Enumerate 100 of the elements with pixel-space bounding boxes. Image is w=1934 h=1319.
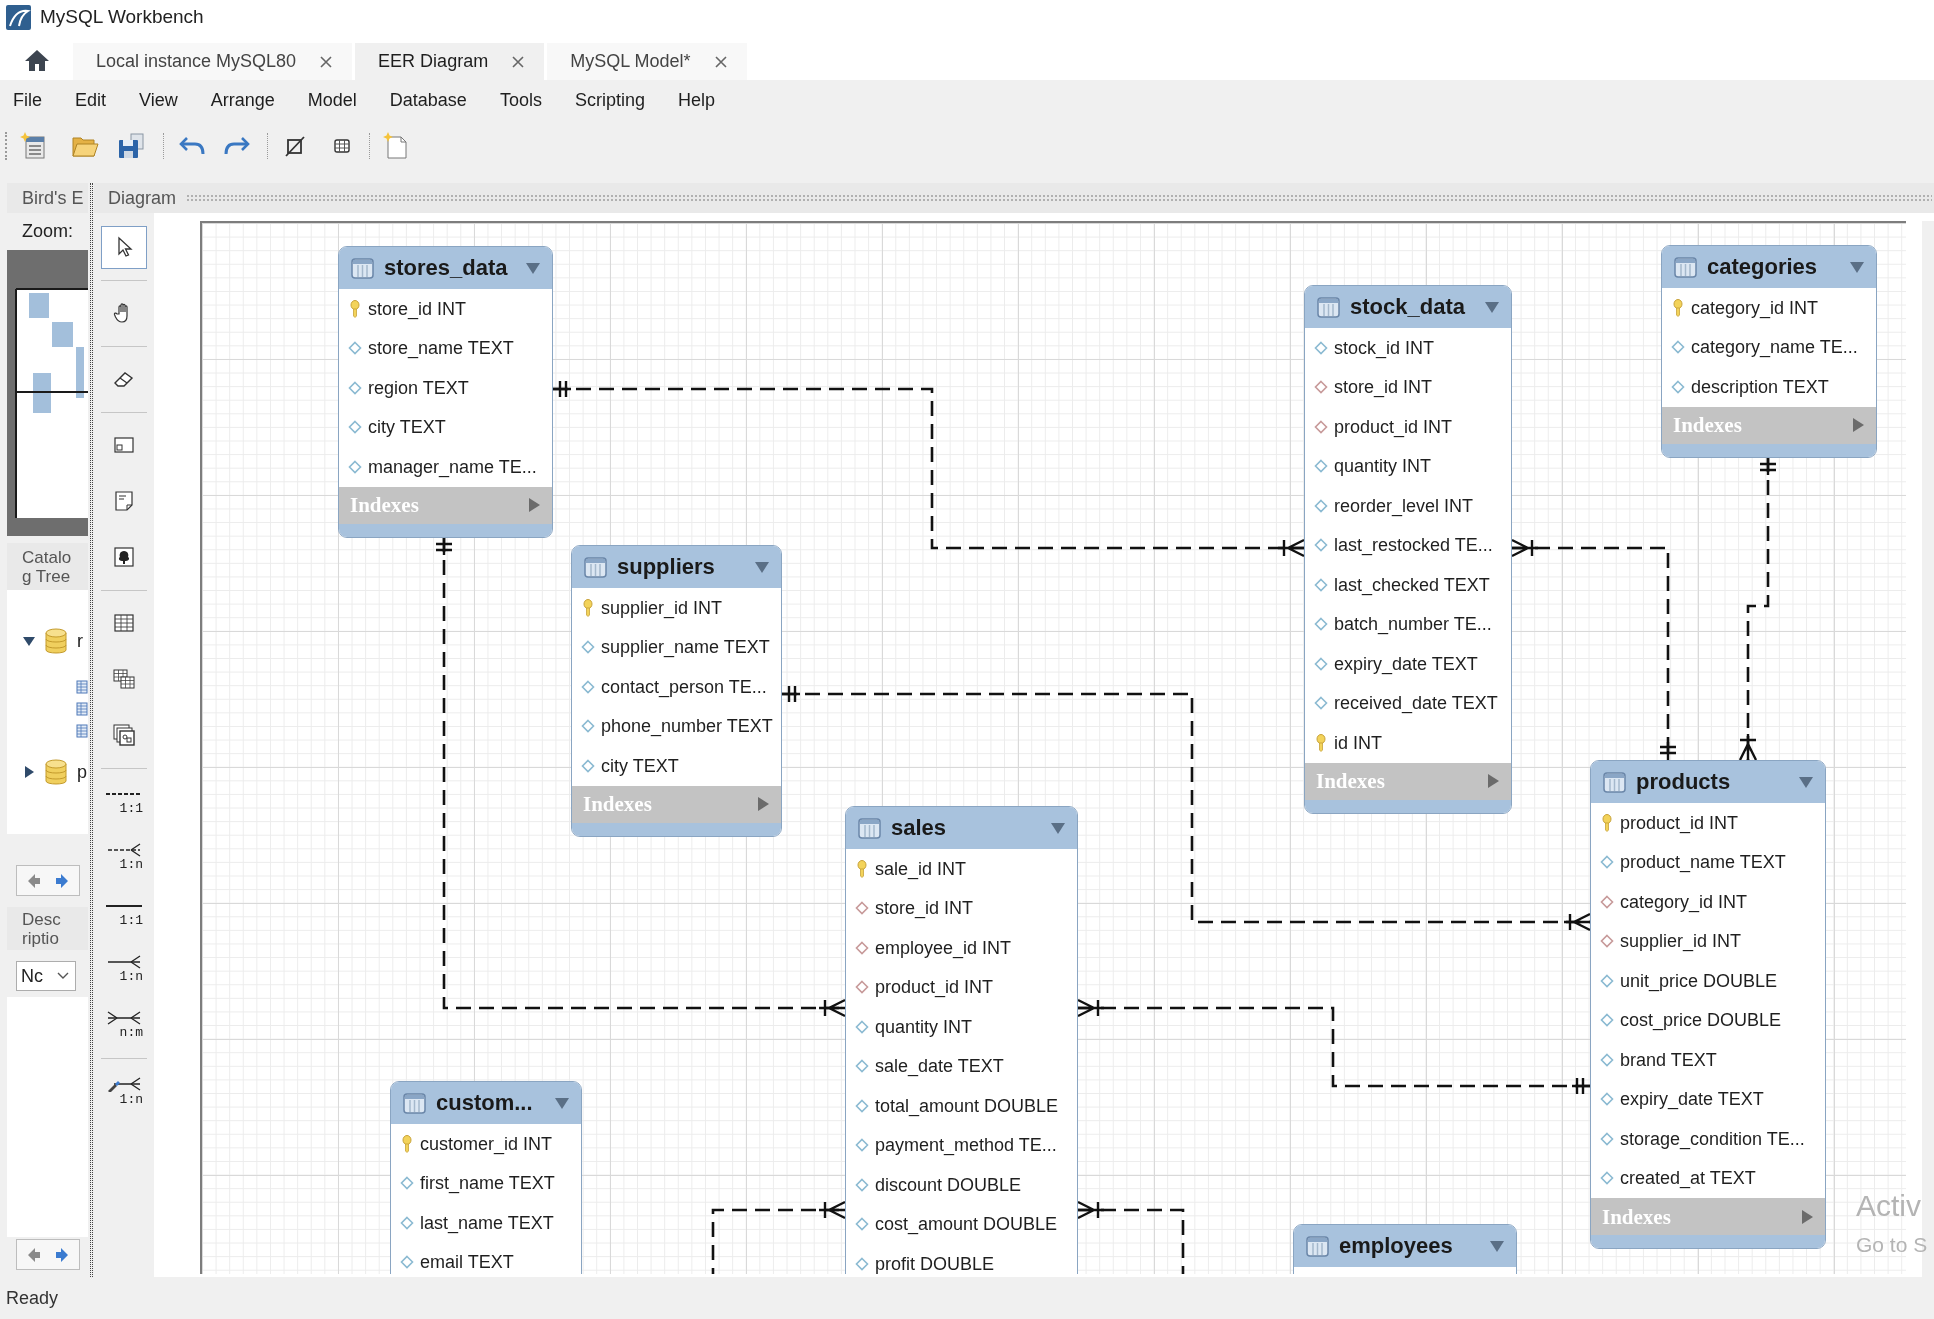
column-name: region TEXT [368,376,469,399]
dropdown-arrow-icon[interactable] [1850,261,1864,273]
diamond-icon [855,901,869,916]
column-name: storage_condition TE... [1620,1127,1805,1150]
table-title: categories [1707,254,1818,280]
slashed-square-icon[interactable] [283,134,307,158]
view-icon [112,667,136,691]
column-name: discount DOUBLE [875,1173,1022,1196]
tab[interactable]: Local instance MySQL80 [73,43,353,80]
grid-icon[interactable] [332,136,352,156]
panel-title[interactable]: Diagram [108,184,177,212]
diamond-icon [348,420,362,435]
table-icon [1603,771,1626,793]
column-name: payment_method TE... [875,1134,1057,1157]
diamond-icon [855,1138,869,1153]
table-title: employees [1339,1233,1453,1259]
dropdown-arrow-icon[interactable] [526,262,540,274]
column-name: category_id INT [1691,296,1819,319]
panel-title[interactable]: Bird's E [22,184,84,212]
tab[interactable]: EER Diagram [355,43,545,80]
diamond-icon [855,1177,869,1192]
column-name: unit_price DOUBLE [1620,969,1778,992]
menu-item[interactable]: Scripting [569,86,650,114]
tab[interactable]: MySQL Model* [547,43,747,80]
column-name: supplier_id INT [1620,930,1742,953]
dropdown-arrow-icon[interactable] [1051,822,1065,834]
column-name: sale_id INT [875,857,967,880]
birds-eye-minimap[interactable] [7,250,88,536]
tool-button[interactable]: 1:n [101,1069,147,1113]
menu-item[interactable]: Tools [494,86,547,114]
menu-item[interactable]: Arrange [205,86,280,114]
table-title: sales [891,815,947,841]
column-name: id INT [1334,731,1382,754]
database-icon [44,757,68,787]
dropdown-arrow-icon[interactable] [755,561,769,573]
dropdown-arrow-icon[interactable] [555,1097,569,1109]
triangle-right-icon[interactable] [22,765,36,779]
tree-item[interactable]: r [7,626,88,656]
dropdown-arrow-icon[interactable] [1490,1240,1504,1252]
diamond-icon [400,1255,414,1270]
column-name: batch_number TE... [1334,613,1492,636]
menu-item[interactable]: Model [302,86,362,114]
description-select[interactable]: Nc [16,961,76,991]
column-name: product_id INT [1334,415,1453,438]
new-page-icon[interactable] [382,132,410,160]
menu-item[interactable]: Edit [70,86,112,114]
column-name: first_name TEXT [420,1172,555,1195]
zoom-label: Zoom: [22,220,73,243]
crow-foot-icon [106,954,142,969]
menu-item[interactable]: Help [672,86,720,114]
close-icon[interactable] [714,55,727,68]
menu-item[interactable]: Database [384,86,472,114]
note-icon [112,489,136,513]
new-document-icon[interactable] [20,132,48,160]
column-name: store_id INT [368,297,467,320]
arrow-left-icon[interactable] [26,872,42,889]
tree-item[interactable]: p [7,757,88,787]
dropdown-arrow-icon[interactable] [1485,301,1499,313]
arrow-right-icon[interactable] [54,872,70,889]
menu-item[interactable]: File [8,86,47,114]
diamond-icon [1671,340,1685,355]
diamond-icon [1671,379,1685,394]
indexes-label: Indexes [1673,413,1742,437]
panel-title[interactable]: Descriptio [22,909,63,948]
column-name: received_date TEXT [1334,692,1498,715]
table-icon [1317,296,1340,318]
table-title: stock_data [1350,294,1465,320]
key-icon [855,859,869,878]
menu-item[interactable]: View [134,86,183,114]
arrow-left-icon[interactable] [26,1246,42,1263]
close-icon[interactable] [512,55,525,68]
close-icon[interactable] [320,55,333,68]
dropdown-arrow-icon[interactable] [1799,776,1813,788]
redo-icon[interactable] [223,135,251,157]
diamond-icon [1314,380,1328,395]
column-name: manager_name TE... [368,455,537,478]
column-name: sale_date TEXT [875,1055,1004,1078]
save-icon[interactable] [117,132,145,160]
arrow-right-icon[interactable] [54,1246,70,1263]
indexes-label: Indexes [1316,769,1385,793]
table-title: stores_data [384,255,508,281]
tool-button[interactable]: 1:n [101,947,147,991]
column-name: contact_person TE... [601,675,767,698]
diamond-icon [855,1019,869,1034]
key-icon [581,598,595,617]
tool-button[interactable]: 1:1 [101,779,147,823]
triangle-down-icon[interactable] [22,634,36,648]
tool-button[interactable]: 1:1 [101,891,147,935]
column-name: city TEXT [368,416,446,439]
table-icon [76,724,88,738]
tool-button[interactable]: n:m [101,1003,147,1047]
chevron-down-icon [57,972,69,980]
column-name: profit DOUBLE [875,1252,995,1274]
diamond-icon [1314,696,1328,711]
diamond-icon [1600,894,1614,909]
tool-button[interactable]: 1:n [101,835,147,879]
diamond-icon [348,459,362,474]
panel-title[interactable]: Catalog Tree [22,547,77,586]
table-icon [1674,256,1697,278]
undo-icon[interactable] [178,135,206,157]
